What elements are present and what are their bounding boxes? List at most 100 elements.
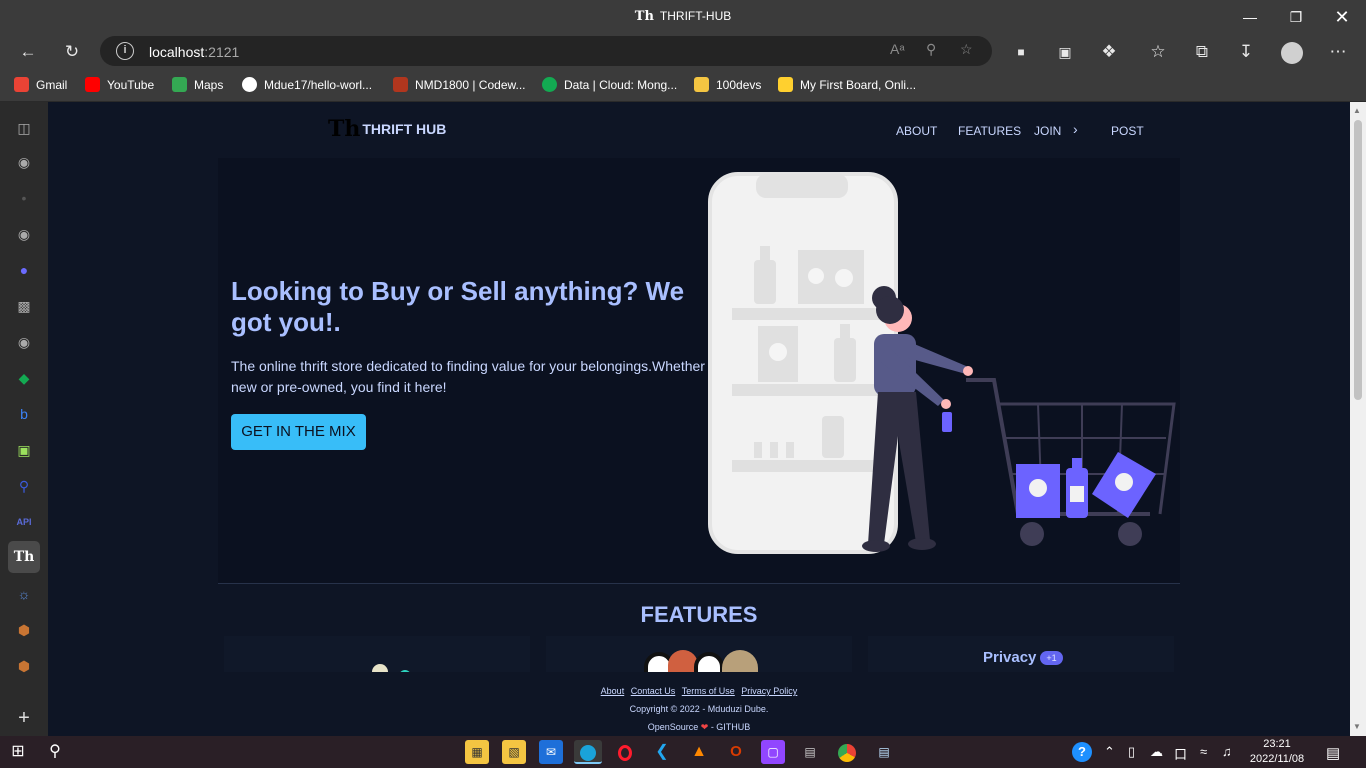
get-in-the-mix-button[interactable]: GET IN THE MIX	[231, 414, 366, 450]
hero-section: Looking to Buy or Sell anything? We got …	[218, 158, 1180, 583]
twitch-icon[interactable]: ▢	[761, 740, 785, 764]
notifications-icon[interactable]: ▤	[1326, 744, 1340, 762]
bookmark-youtube[interactable]: YouTube	[85, 77, 154, 92]
bookmark-gmail[interactable]: Gmail	[14, 77, 67, 92]
extension-gray-icon[interactable]: ▣	[1051, 38, 1079, 66]
vscode-icon[interactable]: ❮	[650, 740, 674, 764]
sidebar-app-icon[interactable]: ▣	[14, 440, 34, 460]
notepad-icon[interactable]: ▤	[872, 740, 896, 764]
mongodb-icon[interactable]: ◆	[14, 368, 34, 388]
app-icon[interactable]: ▤	[798, 740, 822, 764]
windows-start-icon[interactable]: ⊞	[6, 740, 30, 764]
bing-icon[interactable]: b	[14, 404, 34, 424]
windows-taskbar: ⊞ ⚲ ▦ ▧ ✉ ❮ ▲ O ▢ ▤ ▤ ? ⌃ ▯ ☁ 口 ≈ ♫ 23:2…	[0, 736, 1366, 768]
footer-copyright: Copyright © 2022 - Mduduzi Dube.	[629, 704, 769, 714]
system-clock[interactable]: 23:21 2022/11/08	[1246, 737, 1308, 767]
nav-about[interactable]: ABOUT	[896, 124, 937, 138]
search-icon[interactable]: ⚲	[43, 740, 67, 764]
vlc-icon[interactable]: ▲	[687, 740, 711, 764]
maps-icon	[172, 77, 187, 92]
office-icon[interactable]: O	[724, 740, 748, 764]
tray-expand-icon[interactable]: ⌃	[1104, 744, 1115, 760]
chevron-right-icon[interactable]: ›	[1073, 121, 1078, 137]
brand-logo: Th	[328, 116, 361, 142]
nav-features[interactable]: FEATURES	[958, 124, 1021, 138]
site-info-icon[interactable]: i	[116, 42, 134, 60]
read-aloud-icon[interactable]: Aᵃ	[890, 41, 905, 57]
sidebar-page-icon[interactable]: ▩	[14, 296, 34, 316]
dashboard-icon[interactable]: ☼	[14, 584, 34, 604]
back-button[interactable]: ←	[14, 38, 42, 66]
page-scrollbar[interactable]: ▲ ▼	[1350, 102, 1366, 736]
hero-headline: Looking to Buy or Sell anything? We got …	[231, 276, 685, 337]
chrome-icon[interactable]	[835, 740, 859, 764]
bookmark-mongodb[interactable]: Data | Cloud: Mong...	[542, 77, 677, 92]
thrift-hub-tab-icon[interactable]: Th	[8, 541, 40, 573]
file-explorer-icon[interactable]: ▧	[502, 740, 526, 764]
tab-actions-icon[interactable]: ◫	[14, 118, 34, 138]
zoom-icon[interactable]: ⚲	[926, 41, 936, 58]
mail-icon[interactable]: ✉	[539, 740, 563, 764]
github-icon[interactable]: ◉	[14, 224, 34, 244]
help-icon[interactable]: ?	[1072, 742, 1092, 762]
footer-terms-link[interactable]: Terms of Use	[682, 686, 735, 696]
footer-opensource: OpenSource ❤ - GITHUB	[647, 722, 751, 732]
heart-icon: ❤	[700, 722, 709, 732]
tray-device-icon[interactable]: ▯	[1128, 744, 1135, 760]
restore-button[interactable]: ❐	[1285, 6, 1307, 28]
bookmark-miro[interactable]: My First Board, Onli...	[778, 77, 916, 92]
github-icon[interactable]: ◉	[14, 152, 34, 172]
bookmark-codewars[interactable]: NMD1800 | Codew...	[393, 77, 526, 92]
opera-icon[interactable]	[613, 740, 637, 764]
page-viewport: Th THRIFT HUB ABOUT FEATURES JOIN › POST …	[48, 102, 1350, 736]
refresh-button[interactable]: ↻	[58, 38, 86, 66]
language-icon[interactable]: 口	[1174, 744, 1187, 763]
github-icon[interactable]: ◉	[14, 332, 34, 352]
tray-cloud-icon[interactable]: ☁	[1150, 744, 1163, 760]
browser-sidebar: ◫ ◉ • ◉ ● ▩ ◉ ◆ b ▣ ⚲ API Th ☼ ⬢ ⬢ +	[0, 102, 48, 736]
window-title: Th THRIFT-HUB	[0, 9, 1366, 24]
shopping-illustration	[708, 172, 1176, 554]
window-title-text: THRIFT-HUB	[659, 9, 732, 23]
widgets-icon[interactable]: ▦	[465, 740, 489, 764]
extension-icon[interactable]: ■	[1007, 38, 1035, 66]
github-icon	[242, 77, 257, 92]
settings-more-icon[interactable]: ⋯	[1324, 38, 1352, 66]
site-favicon-icon: Th	[634, 9, 654, 24]
api-icon[interactable]: API	[14, 512, 34, 532]
address-bar[interactable]: i localhost:2121 Aᵃ ⚲ ☆	[100, 36, 992, 66]
profile-avatar[interactable]	[1278, 38, 1306, 66]
footer-about-link[interactable]: About	[601, 686, 625, 696]
favorites-icon[interactable]: ☆	[1144, 38, 1172, 66]
scrollbar-thumb[interactable]	[1354, 120, 1362, 400]
downloads-icon[interactable]: ↧	[1232, 38, 1260, 66]
bookmark-maps[interactable]: Maps	[172, 77, 223, 92]
scroll-down-arrow-icon[interactable]: ▼	[1353, 722, 1361, 731]
nav-post[interactable]: POST	[1111, 124, 1144, 138]
add-sidebar-item-icon[interactable]: +	[14, 708, 34, 728]
site-brand[interactable]: Th THRIFT HUB	[328, 116, 446, 142]
site-footer: About Contact Us Terms of Use Privacy Po…	[48, 672, 1350, 736]
clock-time: 23:21	[1263, 738, 1291, 750]
search-icon[interactable]: ⚲	[14, 476, 34, 496]
add-favorite-icon[interactable]: ☆	[960, 41, 973, 58]
minimize-button[interactable]: —	[1239, 6, 1261, 28]
collections-icon[interactable]: ⧉	[1188, 38, 1216, 66]
package-icon[interactable]: ⬢	[14, 620, 34, 640]
footer-privacy-link[interactable]: Privacy Policy	[741, 686, 797, 696]
wifi-icon[interactable]: ≈	[1200, 744, 1207, 759]
url-text[interactable]: localhost:2121	[149, 44, 239, 60]
package-icon[interactable]: ⬢	[14, 656, 34, 676]
close-window-button[interactable]: ✕	[1331, 6, 1353, 28]
edge-browser-icon[interactable]	[574, 740, 602, 764]
scroll-up-arrow-icon[interactable]: ▲	[1353, 106, 1361, 115]
volume-icon[interactable]: ♫	[1222, 744, 1232, 759]
extensions-puzzle-icon[interactable]: ❖	[1095, 38, 1123, 66]
footer-github-link[interactable]: - GITHUB	[711, 722, 751, 732]
nav-join[interactable]: JOIN	[1034, 124, 1061, 138]
footer-contact-link[interactable]: Contact Us	[631, 686, 676, 696]
sidebar-app-icon[interactable]: ●	[14, 260, 34, 280]
bookmark-100devs[interactable]: 100devs	[694, 77, 761, 92]
bookmark-github[interactable]: Mdue17/hello-worl...	[242, 77, 372, 92]
sidebar-tab-icon[interactable]: •	[14, 188, 34, 208]
